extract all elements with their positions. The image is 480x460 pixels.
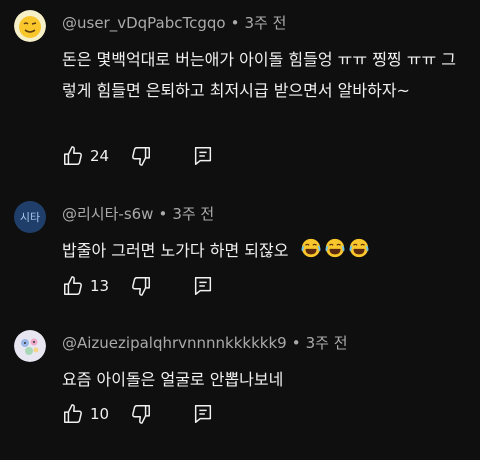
comment-text-body: 밥줄아 그러면 노가다 하면 되잖오 [62, 241, 289, 260]
comment-actions: 24 [62, 144, 214, 168]
timestamp[interactable]: 3주 전 [244, 14, 286, 32]
avatar[interactable] [14, 10, 46, 42]
face-with-tears-of-joy-icon [324, 237, 346, 259]
pastel-blob-avatar-icon [14, 330, 46, 362]
comment-text: 밥줄아 그러면 노가다 하면 되잖오 [62, 235, 462, 266]
like-count: 13 [90, 277, 110, 295]
face-with-tears-of-joy-icon [300, 237, 322, 259]
reply-icon[interactable] [192, 403, 214, 425]
comment-actions: 10 [62, 402, 214, 426]
comment-header: @리시타-s6w • 3주 전 [62, 203, 214, 224]
like-count: 24 [90, 147, 110, 165]
comment-actions: 13 [62, 274, 214, 298]
timestamp[interactable]: 3주 전 [172, 205, 214, 223]
reply-icon[interactable] [192, 275, 214, 297]
like-icon[interactable] [62, 145, 84, 167]
comment-text: 요즘 아이돌은 얼굴로 안뽑나보네 [62, 370, 284, 389]
separator: • [158, 205, 168, 223]
separator: • [230, 14, 240, 32]
author-name[interactable]: @리시타-s6w [62, 205, 153, 223]
author-name[interactable]: @user_vDqPabcTcgqo [62, 14, 226, 32]
reply-icon[interactable] [192, 145, 214, 167]
separator: • [291, 334, 301, 352]
avatar[interactable]: 시타 [14, 201, 46, 233]
winking-face-avatar-icon [14, 10, 46, 42]
dislike-icon[interactable] [130, 403, 152, 425]
comment-text: 돈은 몇백억대로 버는애가 아이돌 힘들엉 ㅠㅠ 찡찡 ㅠㅠ 그렇게 힘들면 은… [62, 50, 456, 100]
timestamp[interactable]: 3주 전 [306, 334, 348, 352]
avatar[interactable] [14, 330, 46, 362]
like-icon[interactable] [62, 403, 84, 425]
comment-header: @user_vDqPabcTcgqo • 3주 전 [62, 12, 286, 33]
like-icon[interactable] [62, 275, 84, 297]
avatar-initials: 시타 [19, 211, 41, 224]
dislike-icon[interactable] [130, 145, 152, 167]
face-with-tears-of-joy-icon [348, 237, 370, 259]
dislike-icon[interactable] [130, 275, 152, 297]
author-name[interactable]: @Aizuezipalqhrvnnnnkkkkkk9 [62, 334, 287, 352]
like-count: 10 [90, 405, 110, 423]
comment-header: @Aizuezipalqhrvnnnnkkkkkk9 • 3주 전 [62, 332, 348, 353]
